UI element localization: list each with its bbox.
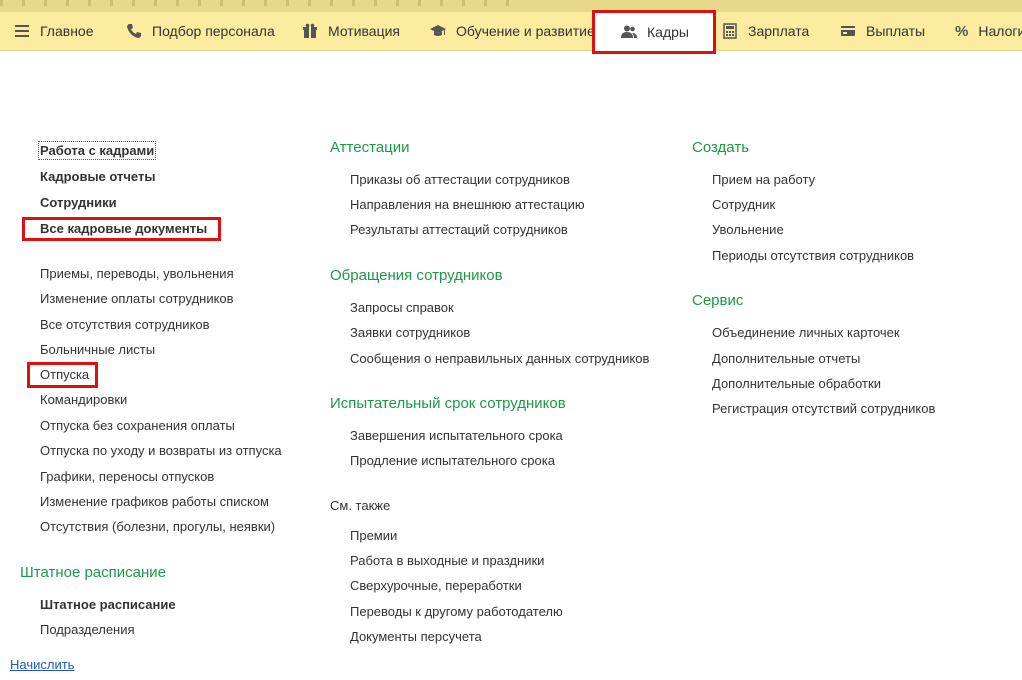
- link-probation-extension[interactable]: Продление испытательного срока: [350, 453, 555, 468]
- section-heading-create: Создать: [692, 139, 750, 156]
- link-probation-completion[interactable]: Завершения испытательного срока: [350, 428, 563, 443]
- link-create-dismissal[interactable]: Увольнение: [712, 222, 784, 237]
- nav-hr[interactable]: Кадры: [592, 10, 716, 54]
- nav-label: Подбор персонала: [152, 23, 275, 39]
- link-bonuses[interactable]: Премии: [350, 528, 397, 543]
- gift-icon: [303, 23, 317, 38]
- accrue-link[interactable]: Начислить: [10, 657, 74, 672]
- menu-icon: [15, 25, 29, 37]
- nav-label: Зарплата: [748, 23, 810, 39]
- top-navigation: Главное Подбор персонала Мотивация Обуче…: [0, 10, 1022, 54]
- link-attestation-orders[interactable]: Приказы об аттестации сотрудников: [350, 172, 570, 187]
- window-title-strip: [0, 0, 1022, 12]
- link-schedule-changes[interactable]: Изменение графиков работы списком: [40, 494, 269, 509]
- link-business-trips[interactable]: Командировки: [40, 392, 127, 407]
- link-all-absences[interactable]: Все отсутствия сотрудников: [40, 317, 210, 332]
- nav-label: Обучение и развитие: [456, 23, 595, 39]
- link-additional-processing[interactable]: Дополнительные обработки: [712, 376, 881, 391]
- nav-label: Мотивация: [328, 23, 401, 39]
- link-sick-leaves[interactable]: Больничные листы: [40, 342, 155, 357]
- link-employer-transfers[interactable]: Переводы к другому работодателю: [350, 604, 563, 619]
- link-absence-registration[interactable]: Регистрация отсутствий сотрудников: [712, 401, 935, 416]
- link-employee-requests[interactable]: Заявки сотрудников: [350, 325, 470, 340]
- link-overtime[interactable]: Сверхурочные, переработки: [350, 578, 522, 593]
- link-external-attestation[interactable]: Направления на внешнюю аттестацию: [350, 197, 585, 212]
- nav-training[interactable]: Обучение и развитие: [430, 12, 595, 50]
- phone-icon: [127, 24, 141, 38]
- link-create-absence-periods[interactable]: Периоды отсутствия сотрудников: [712, 248, 914, 263]
- link-hr-work[interactable]: Работа с кадрами: [37, 141, 157, 160]
- link-merge-cards[interactable]: Объединение личных карточек: [712, 325, 900, 340]
- nav-recruiting[interactable]: Подбор персонала: [126, 12, 275, 50]
- nav-label: Кадры: [647, 24, 689, 40]
- wallet-icon: [841, 26, 855, 36]
- link-departments[interactable]: Подразделения: [40, 622, 135, 637]
- graduation-cap-icon: [430, 25, 446, 36]
- section-heading-probation: Испытательный срок сотрудников: [330, 395, 566, 412]
- link-hr-reports[interactable]: Кадровые отчеты: [40, 169, 155, 184]
- nav-taxes[interactable]: % Налоги: [955, 12, 1022, 50]
- link-absences-other[interactable]: Отсутствия (болезни, прогулы, неявки): [40, 519, 275, 534]
- calculator-icon: [723, 23, 737, 39]
- nav-label: Главное: [40, 23, 94, 39]
- users-icon: [621, 25, 637, 38]
- nav-payments[interactable]: Выплаты: [840, 12, 925, 50]
- link-vacations[interactable]: Отпуска: [40, 367, 89, 382]
- see-also-heading: См. также: [330, 498, 391, 513]
- link-wrong-data-reports[interactable]: Сообщения о неправильных данных сотрудни…: [350, 351, 649, 366]
- nav-label: Выплаты: [866, 23, 926, 39]
- link-additional-reports[interactable]: Дополнительные отчеты: [712, 351, 860, 366]
- link-certificate-requests[interactable]: Запросы справок: [350, 300, 454, 315]
- section-heading-staffing: Штатное расписание: [20, 564, 167, 581]
- link-employees[interactable]: Сотрудники: [40, 195, 117, 210]
- link-staffing[interactable]: Штатное расписание: [40, 597, 176, 612]
- section-heading-requests: Обращения сотрудников: [330, 267, 503, 284]
- link-all-hr-documents[interactable]: Все кадровые документы: [40, 221, 207, 236]
- section-heading-service: Сервис: [692, 292, 744, 309]
- nav-motivation[interactable]: Мотивация: [302, 12, 400, 50]
- link-hires-transfers[interactable]: Приемы, переводы, увольнения: [40, 266, 234, 281]
- link-unpaid-leave[interactable]: Отпуска без сохранения оплаты: [40, 418, 235, 433]
- link-attestation-results[interactable]: Результаты аттестаций сотрудников: [350, 222, 568, 237]
- link-create-employee[interactable]: Сотрудник: [712, 197, 775, 212]
- nav-salary[interactable]: Зарплата: [722, 12, 809, 50]
- link-create-hire[interactable]: Прием на работу: [712, 172, 815, 187]
- nav-main[interactable]: Главное: [14, 12, 94, 50]
- link-parental-leave[interactable]: Отпуска по уходу и возвраты из отпуска: [40, 443, 282, 458]
- link-personnel-documents[interactable]: Документы персучета: [350, 629, 482, 644]
- section-heading-attestations: Аттестации: [330, 139, 410, 156]
- nav-label: Налоги: [978, 23, 1022, 39]
- percent-icon: %: [955, 22, 969, 40]
- link-weekend-work[interactable]: Работа в выходные и праздники: [350, 553, 544, 568]
- link-vacation-schedules[interactable]: Графики, переносы отпусков: [40, 469, 214, 484]
- link-pay-changes[interactable]: Изменение оплаты сотрудников: [40, 291, 234, 306]
